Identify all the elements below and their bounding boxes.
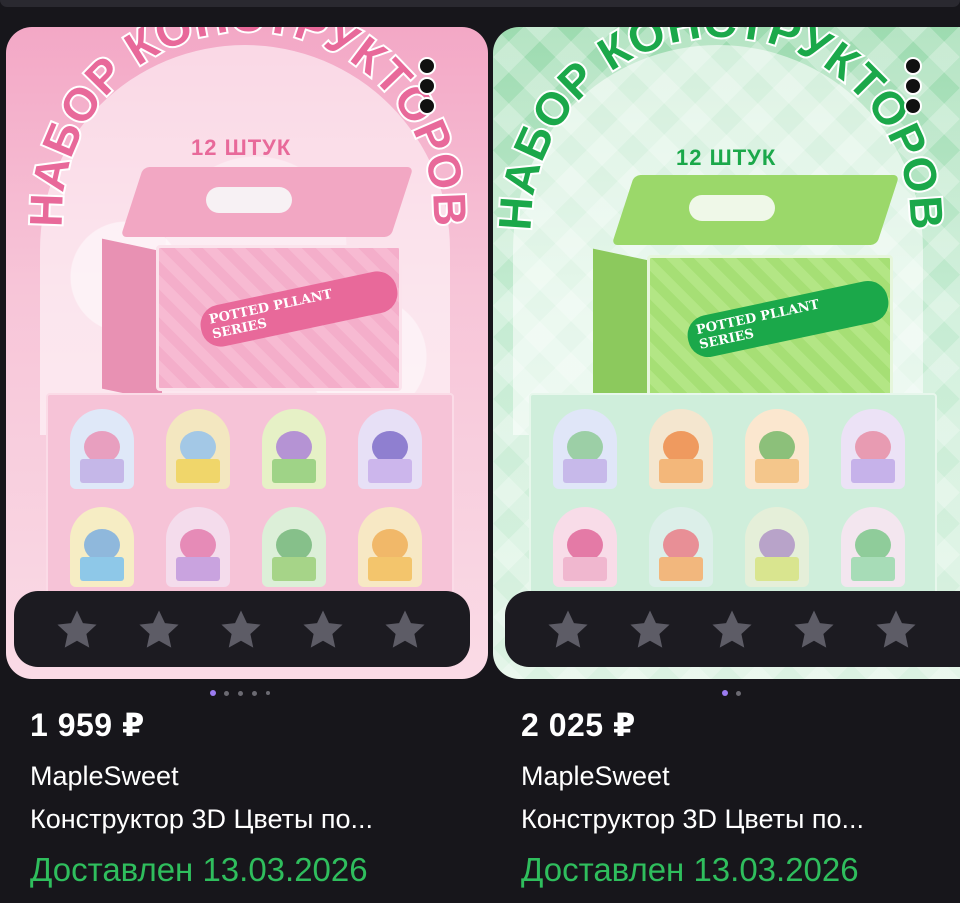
pagination-dot — [266, 691, 270, 695]
plant-tile — [166, 507, 230, 587]
product-tiles-panel — [46, 393, 454, 611]
star-icon[interactable] — [873, 607, 919, 653]
box-front: POTTED PLLANT SERIES — [647, 255, 893, 401]
box-handle — [689, 195, 775, 221]
plant-tile — [841, 507, 905, 587]
rating-bar-2[interactable] — [505, 591, 960, 667]
product-name[interactable]: Конструктор 3D Цветы по... — [30, 804, 373, 835]
rating-bar-1[interactable] — [14, 591, 470, 667]
star-icon[interactable] — [218, 607, 264, 653]
plant-tile — [745, 507, 809, 587]
star-icon[interactable] — [136, 607, 182, 653]
star-icon[interactable] — [54, 607, 100, 653]
pagination-dot — [252, 691, 257, 696]
star-icon[interactable] — [545, 607, 591, 653]
product-name[interactable]: Конструктор 3D Цветы по... — [521, 804, 864, 835]
product-price: 2 025 ₽ — [521, 707, 636, 743]
box-front: POTTED PLLANT SERIES — [156, 245, 402, 391]
pagination-dot — [224, 691, 229, 696]
star-icon[interactable] — [627, 607, 673, 653]
pagination-dot — [736, 691, 741, 696]
product-brand[interactable]: MapleSweet — [30, 761, 179, 792]
plant-tile — [358, 409, 422, 489]
star-icon[interactable] — [791, 607, 837, 653]
box-series-text: POTTED PLLANT SERIES — [683, 277, 893, 361]
more-menu-icon[interactable] — [900, 57, 922, 117]
plant-tile — [841, 409, 905, 489]
image-pagination-2 — [722, 690, 746, 696]
product-image-card-2[interactable]: НАБОР КОНСТРУКТОРОВ 12 ШТУК POTTED PLLAN… — [493, 27, 960, 679]
delivery-status: Доставлен 13.03.2026 — [30, 851, 368, 888]
plant-tile — [262, 507, 326, 587]
plant-tile — [649, 409, 713, 489]
product-tiles-panel — [529, 393, 937, 611]
plant-tile — [553, 409, 617, 489]
star-icon[interactable] — [300, 607, 346, 653]
pagination-dot — [238, 691, 243, 696]
box-handle — [206, 187, 292, 213]
product-price: 1 959 ₽ — [30, 707, 145, 743]
plant-tile — [649, 507, 713, 587]
previous-card-edge — [0, 0, 960, 7]
star-icon[interactable] — [382, 607, 428, 653]
product-image-card-1[interactable]: НАБОР КОНСТРУКТОРОВ 12 ШТУК POTTED PLLAN… — [6, 27, 488, 679]
plant-tile — [553, 507, 617, 587]
box-series-text: POTTED PLLANT SERIES — [196, 267, 402, 351]
star-icon[interactable] — [709, 607, 755, 653]
image-count-label: 12 ШТУК — [676, 145, 777, 170]
image-count-label: 12 ШТУК — [191, 135, 292, 160]
plant-tile — [70, 409, 134, 489]
plant-tile — [745, 409, 809, 489]
image-pagination-1 — [210, 690, 280, 696]
plant-tile — [358, 507, 422, 587]
plant-tile — [70, 507, 134, 587]
box-side — [593, 248, 653, 412]
product-brand[interactable]: MapleSweet — [521, 761, 670, 792]
pagination-dot-active — [210, 690, 216, 696]
more-menu-icon[interactable] — [414, 57, 436, 117]
pagination-dot-active — [722, 690, 728, 696]
box-side — [102, 238, 162, 402]
plant-tile — [262, 409, 326, 489]
plant-tile — [166, 409, 230, 489]
delivery-status: Доставлен 13.03.2026 — [521, 851, 859, 888]
